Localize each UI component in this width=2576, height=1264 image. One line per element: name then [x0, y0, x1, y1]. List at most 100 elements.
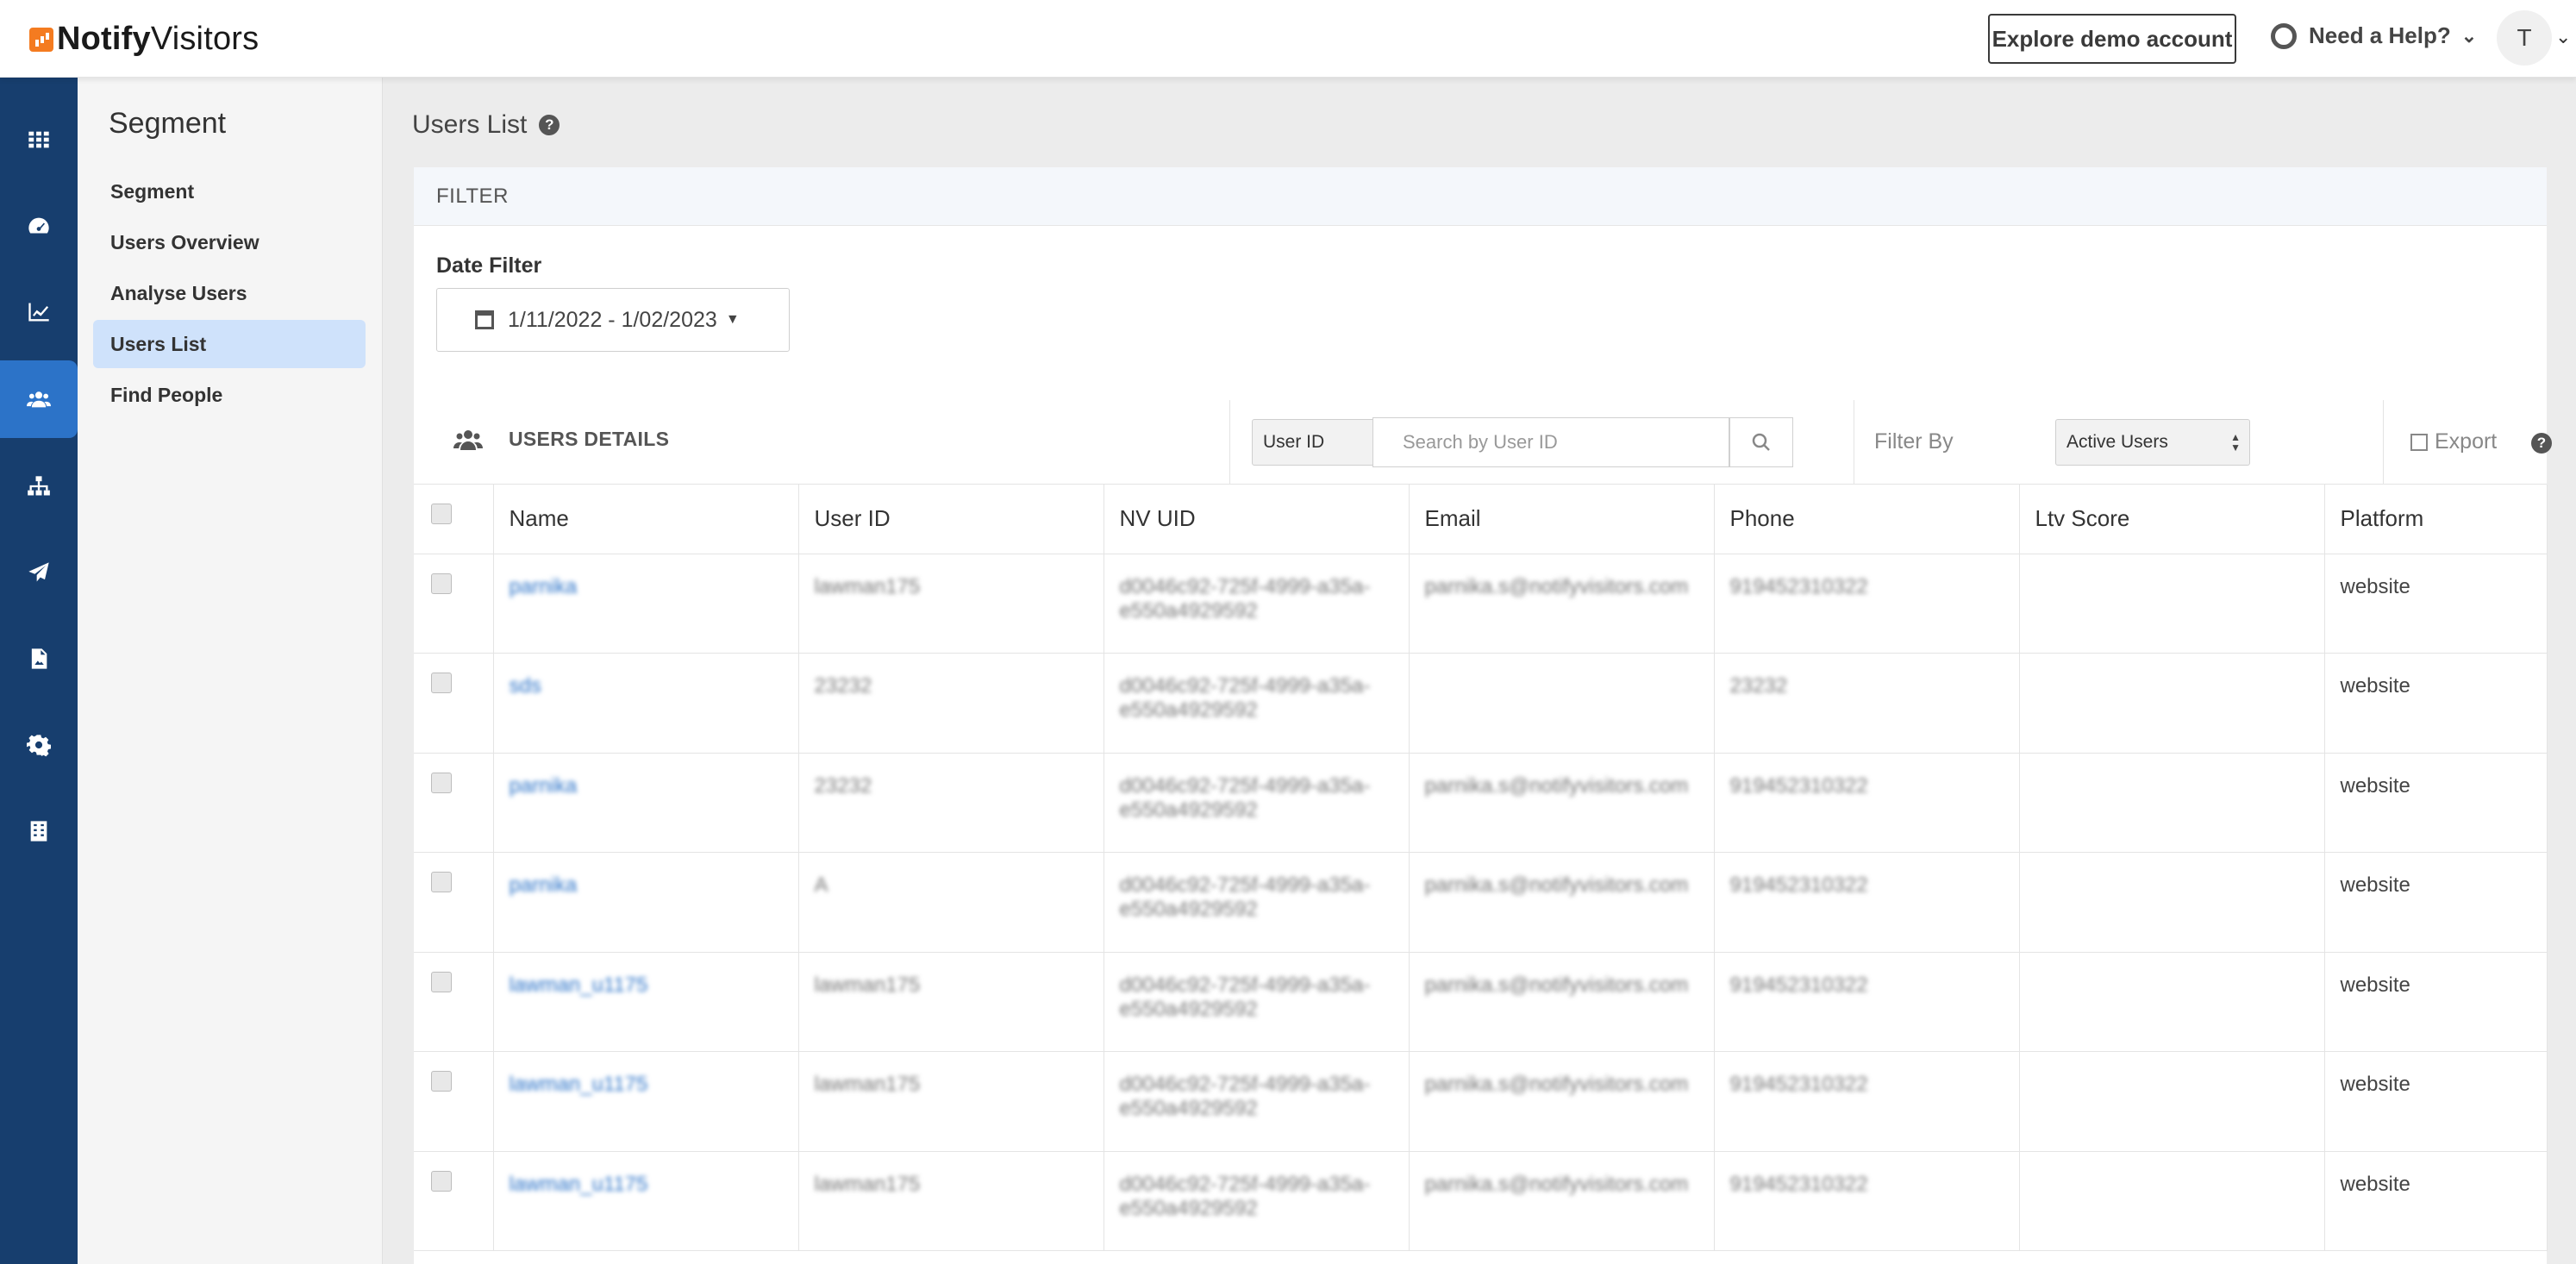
- column-header-platform[interactable]: Platform: [2324, 485, 2548, 554]
- row-select-cell: [414, 952, 494, 1052]
- platform-cell: website: [2324, 1051, 2548, 1152]
- filter-header: FILTER: [414, 167, 2547, 226]
- platform-cell: website: [2324, 1151, 2548, 1251]
- building-icon[interactable]: [0, 804, 78, 859]
- settings-icon[interactable]: [0, 717, 78, 773]
- ltv-score-cell: [2019, 1151, 2325, 1251]
- phone-cell: 919452310322: [1714, 554, 2020, 654]
- explore-demo-button[interactable]: Explore demo account: [1988, 14, 2236, 64]
- user-id-cell: A: [798, 852, 1104, 953]
- filter-by-select-value: Active Users: [2066, 432, 2168, 452]
- logo-icon: [29, 27, 53, 52]
- platform-cell: website: [2324, 554, 2548, 654]
- brand-logo[interactable]: NotifyVisitors: [29, 21, 259, 58]
- user-name-link[interactable]: lawman_u1175: [493, 952, 799, 1052]
- user-name-link[interactable]: lawman_u1175: [493, 1151, 799, 1251]
- apps-icon[interactable]: [0, 112, 78, 167]
- help-icon[interactable]: ?: [539, 115, 560, 135]
- table-row: parnika 23232 d0046c92-725f-4999-a35a-e5…: [414, 753, 2548, 853]
- toolbar-divider: [1229, 400, 1230, 485]
- export-button[interactable]: Export: [2410, 429, 2497, 454]
- row-checkbox[interactable]: [431, 573, 452, 594]
- row-select-cell: [414, 1051, 494, 1152]
- sidebar-item-analyse-users[interactable]: Analyse Users: [93, 269, 366, 317]
- row-checkbox[interactable]: [431, 1170, 452, 1192]
- sidebar-title: Segment: [109, 107, 227, 140]
- row-checkbox[interactable]: [431, 772, 452, 793]
- help-label: Need a Help?: [2309, 22, 2451, 48]
- sidebar-item-segment[interactable]: Segment: [93, 167, 366, 216]
- chevron-down-icon[interactable]: ⌄: [2555, 26, 2571, 48]
- users-icon: [453, 429, 483, 450]
- row-checkbox[interactable]: [431, 872, 452, 892]
- column-header-user-id[interactable]: User ID: [798, 485, 1104, 554]
- search-icon: [1752, 433, 1770, 451]
- row-checkbox[interactable]: [431, 971, 452, 992]
- search-button[interactable]: [1729, 417, 1793, 467]
- row-select-cell: [414, 852, 494, 953]
- phone-cell: 919452310322: [1714, 753, 2020, 853]
- column-header-phone[interactable]: Phone: [1714, 485, 2020, 554]
- select-all-checkbox[interactable]: [431, 504, 452, 524]
- row-select-cell: [414, 1151, 494, 1251]
- platform-cell: website: [2324, 852, 2548, 953]
- page-title-text: Users List: [412, 110, 528, 139]
- email-cell: parnika.s@notifyvisitors.com: [1409, 952, 1715, 1052]
- table-row: lawman_u1175 lawman175 d0046c92-725f-499…: [414, 1051, 2548, 1152]
- users-details-toolbar: USERS DETAILS User ID ▲▼ Filter By Activ…: [414, 400, 2552, 485]
- row-checkbox[interactable]: [431, 1071, 452, 1092]
- analytics-icon[interactable]: [0, 285, 78, 340]
- date-range-picker[interactable]: 1/11/2022 - 1/02/2023 ▼: [436, 288, 790, 352]
- user-id-cell: lawman175: [798, 1051, 1104, 1152]
- nv-uid-cell: d0046c92-725f-4999-a35a-e550a4929592: [1104, 1051, 1410, 1152]
- users-details-panel: USERS DETAILS User ID ▲▼ Filter By Activ…: [414, 400, 2552, 1264]
- filter-by-select[interactable]: Active Users ▲ ▼: [2055, 419, 2250, 466]
- hierarchy-icon[interactable]: [0, 459, 78, 514]
- ltv-score-cell: [2019, 653, 2325, 754]
- platform-cell: website: [2324, 653, 2548, 754]
- row-select-cell: [414, 554, 494, 654]
- column-header-nv-uid[interactable]: NV UID: [1104, 485, 1410, 554]
- sidebar-item-find-people[interactable]: Find People: [93, 371, 366, 419]
- help-icon[interactable]: ?: [2531, 433, 2552, 454]
- send-icon[interactable]: [0, 545, 78, 600]
- phone-cell: 919452310322: [1714, 852, 2020, 953]
- email-cell: parnika.s@notifyvisitors.com: [1409, 753, 1715, 853]
- row-checkbox[interactable]: [431, 673, 452, 693]
- user-name-link[interactable]: parnika: [493, 554, 799, 654]
- user-name-link[interactable]: sds: [493, 653, 799, 754]
- user-avatar[interactable]: T: [2497, 10, 2552, 66]
- email-cell: parnika.s@notifyvisitors.com: [1409, 1151, 1715, 1251]
- users-icon[interactable]: [0, 360, 78, 438]
- nv-uid-cell: d0046c92-725f-4999-a35a-e550a4929592: [1104, 1151, 1410, 1251]
- ltv-score-cell: [2019, 554, 2325, 654]
- user-name-link[interactable]: lawman_u1175: [493, 1051, 799, 1152]
- page-title: Users List ?: [412, 110, 560, 140]
- column-header-ltv-score[interactable]: Ltv Score: [2019, 485, 2325, 554]
- dashboard-icon[interactable]: [0, 198, 78, 253]
- sidebar-item-users-list[interactable]: Users List: [93, 320, 366, 368]
- phone-cell: 919452310322: [1714, 952, 2020, 1052]
- sidebar-item-users-overview[interactable]: Users Overview: [93, 218, 366, 266]
- brand-name: NotifyVisitors: [57, 21, 259, 57]
- ltv-score-cell: [2019, 753, 2325, 853]
- user-name-link[interactable]: parnika: [493, 852, 799, 953]
- save-icon: [2410, 433, 2428, 451]
- nv-uid-cell: d0046c92-725f-4999-a35a-e550a4929592: [1104, 753, 1410, 853]
- column-header-name[interactable]: Name: [493, 485, 799, 554]
- help-menu[interactable]: Need a Help? ⌄: [2271, 22, 2477, 49]
- phone-cell: 919452310322: [1714, 1051, 2020, 1152]
- user-id-cell: lawman175: [798, 952, 1104, 1052]
- search-input[interactable]: [1372, 417, 1729, 467]
- table-row: lawman_u1175 lawman175 d0046c92-725f-499…: [414, 952, 2548, 1052]
- image-report-icon[interactable]: [0, 631, 78, 686]
- date-range-value: 1/11/2022 - 1/02/2023: [508, 307, 717, 332]
- date-filter-label: Date Filter: [436, 253, 542, 278]
- table-row: lawman_u1175 lawman175 d0046c92-725f-499…: [414, 1151, 2548, 1251]
- email-cell: parnika.s@notifyvisitors.com: [1409, 852, 1715, 953]
- platform-cell: website: [2324, 952, 2548, 1052]
- user-name-link[interactable]: parnika: [493, 753, 799, 853]
- toolbar-divider: [2383, 400, 2384, 485]
- column-header-email[interactable]: Email: [1409, 485, 1715, 554]
- select-all-cell: [414, 485, 494, 554]
